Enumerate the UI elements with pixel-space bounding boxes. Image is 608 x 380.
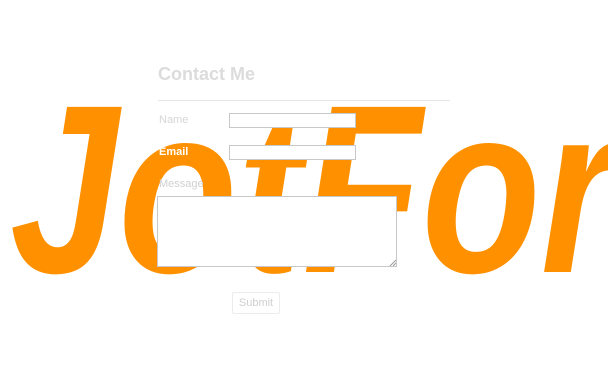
email-input[interactable] bbox=[229, 145, 356, 160]
name-input[interactable] bbox=[229, 113, 356, 128]
email-label: Email bbox=[159, 146, 189, 158]
form-title: Contact Me bbox=[158, 64, 256, 84]
name-label: Name bbox=[159, 114, 189, 126]
message-textarea[interactable] bbox=[157, 196, 397, 267]
textarea-resize-icon[interactable] bbox=[389, 259, 396, 266]
message-label: Message bbox=[159, 178, 204, 190]
submit-button[interactable]: Submit bbox=[232, 292, 280, 314]
contact-form: Contact Me Name Email Message Submit bbox=[0, 0, 608, 380]
title-divider bbox=[158, 100, 450, 101]
